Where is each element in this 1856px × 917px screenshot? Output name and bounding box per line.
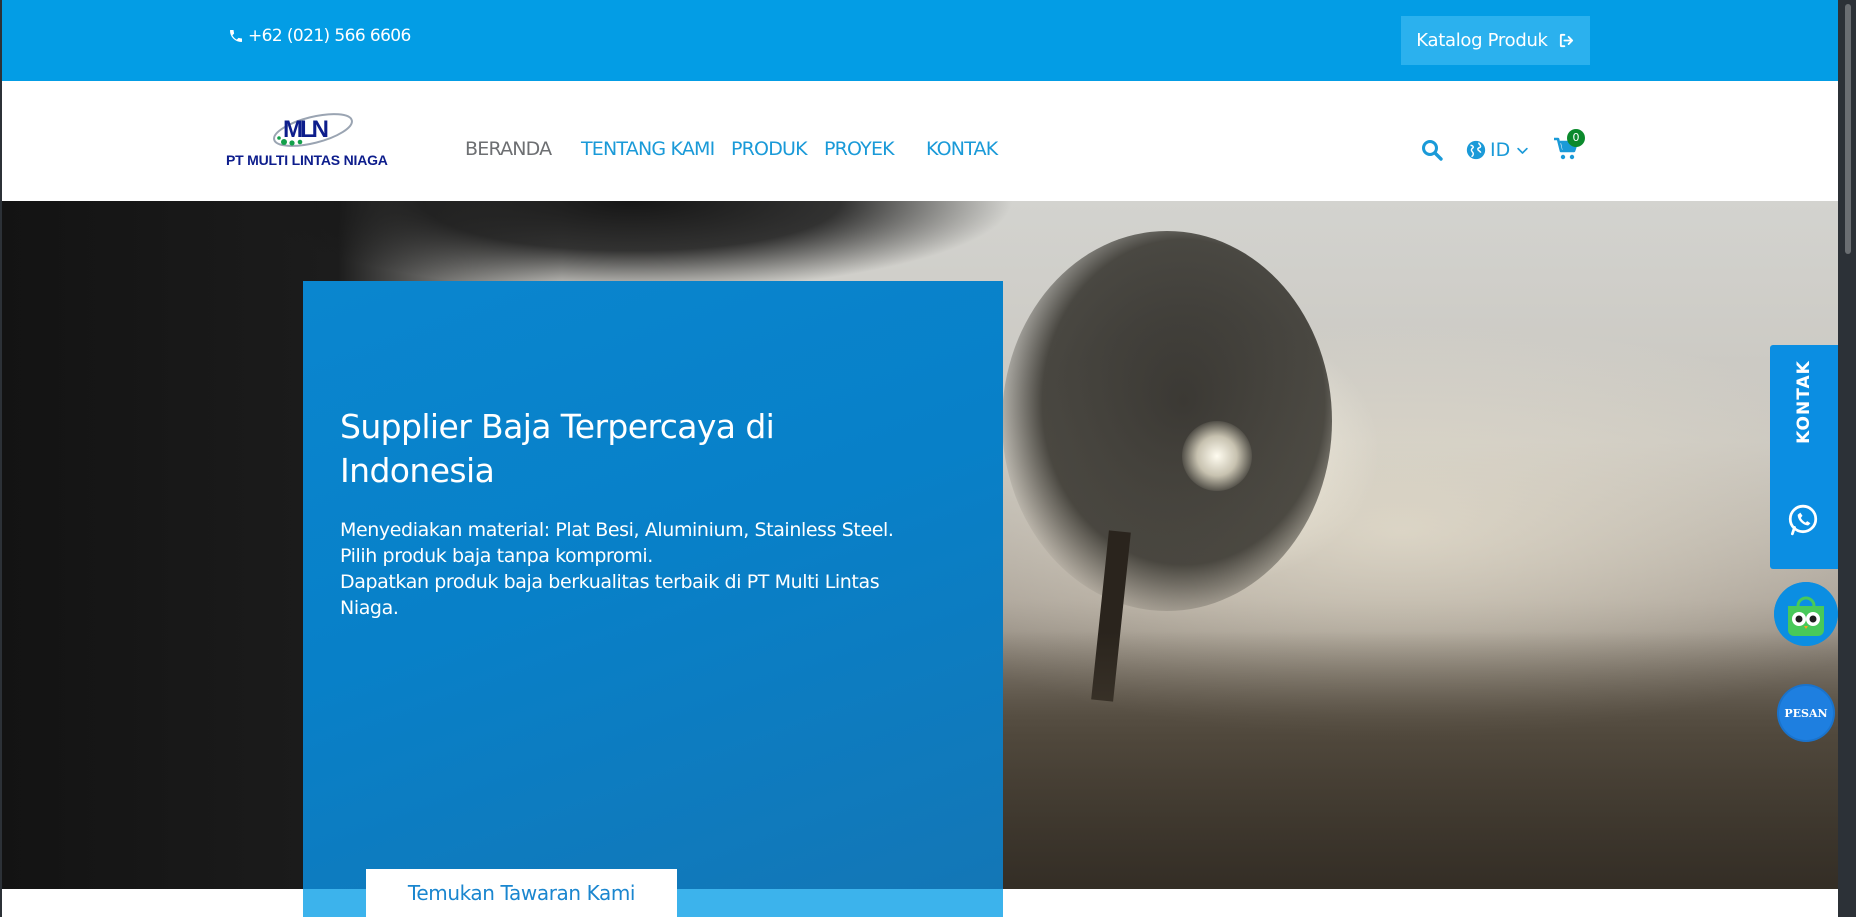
hero-description: Menyediakan material: Plat Besi, Alumini… <box>340 517 940 621</box>
hero-card: Supplier Baja Terpercaya di Indonesia Me… <box>303 281 1003 917</box>
phone-number: +62 (021) 566 6606 <box>248 26 411 46</box>
hero-background-canopy <box>252 201 1012 291</box>
main-navbar: MLN PT MULTI LINTAS NIAGA BERANDA TENTAN… <box>2 81 1838 201</box>
whatsapp-icon <box>1788 504 1818 536</box>
hero-background-sun <box>1182 421 1252 491</box>
sign-out-icon <box>1559 33 1573 48</box>
catalog-button[interactable]: Katalog Produk <box>1401 16 1590 65</box>
tokopedia-button[interactable] <box>1774 582 1838 646</box>
page-scrollbar[interactable] <box>1840 0 1856 917</box>
svg-text:MLN: MLN <box>283 116 328 143</box>
catalog-label: Katalog Produk <box>1416 30 1548 51</box>
company-name: PT MULTI LINTAS NIAGA <box>226 152 388 168</box>
hero-title: Supplier Baja Terpercaya di Indonesia <box>340 407 775 490</box>
hero-background-ground <box>1002 631 1838 889</box>
globe-icon <box>1466 140 1486 160</box>
language-code: ID <box>1490 139 1511 161</box>
top-bar: +62 (021) 566 6606 Katalog Produk <box>2 0 1838 81</box>
nav-tentang-kami[interactable]: TENTANG KAMI <box>581 137 715 161</box>
logo-mark-icon: MLN <box>273 113 353 147</box>
tokopedia-icon <box>1774 582 1838 646</box>
side-contact-label: KONTAK <box>1794 360 1814 444</box>
hero-description-line: Dapatkan produk baja berkualitas terbaik… <box>340 571 880 619</box>
order-button[interactable]: PESAN <box>1779 686 1833 740</box>
nav-proyek[interactable]: PROYEK <box>824 137 895 161</box>
company-logo[interactable]: MLN PT MULTI LINTAS NIAGA <box>226 108 404 168</box>
hero-background-tree <box>1002 231 1332 611</box>
cart-count-badge: 0 <box>1567 129 1585 147</box>
nav-kontak[interactable]: KONTAK <box>926 137 998 161</box>
phone-icon <box>230 30 242 42</box>
phone-contact[interactable]: +62 (021) 566 6606 <box>228 26 411 46</box>
hero-description-line: Menyediakan material: Plat Besi, Alumini… <box>340 519 894 541</box>
find-offer-button[interactable]: Temukan Tawaran Kami <box>366 869 677 917</box>
language-selector[interactable]: ID <box>1465 137 1530 163</box>
scrollbar-thumb[interactable] <box>1845 4 1851 254</box>
side-contact-tab[interactable]: KONTAK <box>1770 345 1838 569</box>
search-icon[interactable] <box>1420 138 1444 162</box>
nav-beranda[interactable]: BERANDA <box>465 137 552 161</box>
nav-produk[interactable]: PRODUK <box>731 137 808 161</box>
hero-description-line: Pilih produk baja tanpa kompromi. <box>340 545 653 567</box>
chevron-down-icon <box>1517 147 1528 154</box>
